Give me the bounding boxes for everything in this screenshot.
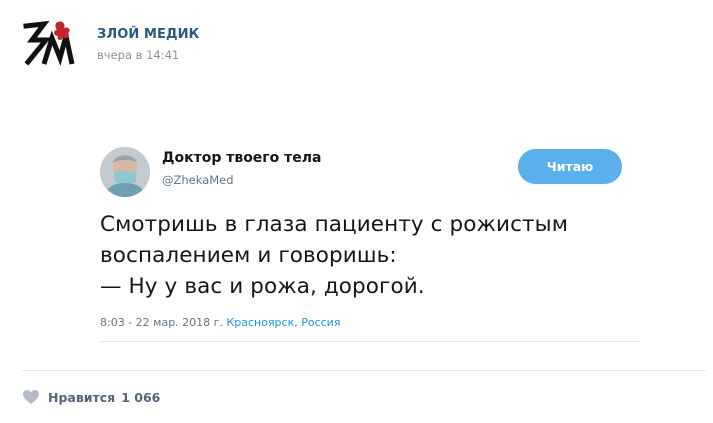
like-label: Нравится: [48, 389, 116, 405]
follow-button[interactable]: Читаю: [518, 149, 622, 184]
community-name[interactable]: ЗЛОЙ МЕДИК: [97, 27, 199, 42]
tweet-location[interactable]: Красноярск, Россия: [226, 316, 340, 329]
tweet-display-name[interactable]: Доктор твоего тела: [162, 150, 321, 166]
post-timestamp[interactable]: вчера в 14:41: [97, 48, 179, 62]
like-button[interactable]: Нравится 1 066: [22, 386, 160, 408]
tweet-avatar[interactable]: [100, 147, 150, 197]
divider: [22, 370, 706, 371]
community-logo[interactable]: [22, 18, 76, 70]
like-count: 1 066: [121, 389, 161, 405]
doctor-avatar-icon: [100, 147, 150, 197]
tweet-card: Доктор твоего тела @ZhekaMed Читаю Смотр…: [100, 135, 640, 342]
tweet-text: Смотришь в глаза пациенту с рожистым вос…: [100, 212, 569, 299]
logo-icon: [23, 20, 75, 66]
post-header: ЗЛОЙ МЕДИК вчера в 14:41: [22, 18, 622, 70]
tweet-date: 8:03 - 22 мар. 2018 г.: [100, 316, 227, 329]
heart-icon: [23, 390, 39, 404]
tweet-meta: 8:03 - 22 мар. 2018 г. Красноярск, Росси…: [100, 316, 340, 329]
tweet-handle[interactable]: @ZhekaMed: [162, 173, 234, 187]
